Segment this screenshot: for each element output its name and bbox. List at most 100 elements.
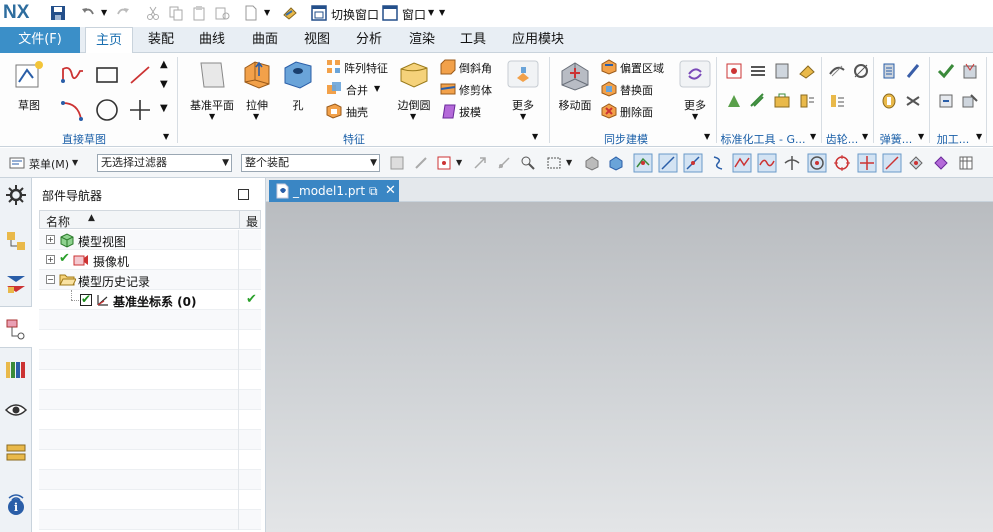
datum-plane-dropdown-icon[interactable]: ▼ <box>209 112 215 121</box>
tree-row-datum-csys[interactable]: ✔ 基准坐标系 (0) ✔ <box>39 290 261 310</box>
assembly-navigator-icon[interactable] <box>4 229 28 253</box>
selection-filter-icon-5[interactable] <box>496 155 512 171</box>
snap-point-icon-10[interactable] <box>857 153 877 173</box>
direct-sketch-group-menu-icon[interactable]: ▼ <box>163 132 169 141</box>
undo-icon[interactable] <box>80 5 96 21</box>
reuse-library-icon[interactable] <box>4 358 28 382</box>
snap-point-icon-5[interactable] <box>732 153 752 173</box>
tab-assembly[interactable]: 装配 <box>140 27 182 53</box>
quick-access-customize-icon[interactable]: ▼ <box>439 8 445 17</box>
extrude-icon[interactable] <box>241 58 273 90</box>
replace-face-icon[interactable] <box>601 81 617 97</box>
tree-row-model-views[interactable]: + 模型视图 <box>39 230 261 250</box>
more-sync-dropdown-icon[interactable]: ▼ <box>692 112 698 121</box>
gear-tool-icon-3[interactable] <box>828 92 846 110</box>
tab-home[interactable]: 主页 <box>85 27 133 54</box>
pattern-feature-icon[interactable] <box>326 59 342 75</box>
new-file-icon[interactable] <box>243 5 259 21</box>
document-tab[interactable]: _model1.prt ⧉ ✕ <box>269 180 399 202</box>
replace-face-label[interactable]: 替换面 <box>620 82 653 98</box>
selection-filter-dropdown-icon[interactable]: ▼ <box>456 158 462 167</box>
chamfer-icon[interactable] <box>440 59 456 75</box>
new-dropdown-icon[interactable]: ▼ <box>264 8 270 17</box>
spring-tool-icon-3[interactable] <box>880 92 898 110</box>
selection-filter-icon-2[interactable] <box>413 155 429 171</box>
tree-row-cameras[interactable]: + ✔ 摄像机 <box>39 250 261 270</box>
tab-application[interactable]: 应用模块 <box>506 27 570 53</box>
machining-tool-icon-4[interactable] <box>961 92 979 110</box>
snap-point-icon-13[interactable] <box>933 155 949 171</box>
expand-icon[interactable]: + <box>46 235 55 244</box>
std-tool-icon-3[interactable] <box>773 62 791 80</box>
extrude-dropdown-icon[interactable]: ▼ <box>253 112 259 121</box>
tab-view[interactable]: 视图 <box>296 27 338 53</box>
menu-icon[interactable] <box>9 156 25 170</box>
settings-gear-icon[interactable] <box>4 183 28 207</box>
snap-point-icon-7[interactable] <box>782 153 802 173</box>
more-sync-label[interactable]: 更多 <box>679 97 711 113</box>
pattern-feature-label[interactable]: 阵列特征 <box>344 60 388 76</box>
graphics-window[interactable] <box>266 202 993 532</box>
tab-render[interactable]: 渲染 <box>401 27 443 53</box>
trim-body-icon[interactable] <box>440 81 456 97</box>
std-tool-icon-7[interactable] <box>798 62 816 80</box>
more-features-dropdown-icon[interactable]: ▼ <box>520 112 526 121</box>
sketch-gallery-down-icon[interactable]: ▼ <box>160 79 168 90</box>
line-icon[interactable] <box>127 63 153 87</box>
redo-icon[interactable] <box>115 5 131 21</box>
feature-group-menu-icon[interactable]: ▼ <box>532 132 538 141</box>
std-tool-icon-2[interactable] <box>749 62 767 80</box>
move-face-label[interactable]: 移动面 <box>555 97 595 113</box>
pin-icon[interactable]: ⧉ <box>369 180 378 202</box>
part-navigator-tab[interactable] <box>0 306 32 348</box>
column-header-latest[interactable]: 最 <box>246 213 258 230</box>
shell-label[interactable]: 抽壳 <box>346 104 368 120</box>
more-sync-icon[interactable] <box>679 60 711 88</box>
type-filter-select[interactable]: 无选择过滤器 ▼ <box>97 154 232 172</box>
datum-plane-icon[interactable] <box>196 60 228 90</box>
maximize-icon[interactable] <box>238 189 249 200</box>
machining-tool-icon-1[interactable] <box>937 62 955 80</box>
gear-group-menu-icon[interactable]: ▼ <box>862 132 868 141</box>
cut-icon[interactable] <box>145 5 161 21</box>
snap-point-icon-14[interactable] <box>958 155 974 171</box>
move-face-icon[interactable] <box>558 59 592 91</box>
spring-tool-icon-2[interactable] <box>904 62 922 80</box>
selection-filter-icon-3[interactable] <box>436 155 452 171</box>
snap-point-icon-2[interactable] <box>658 153 678 173</box>
window-icon[interactable] <box>382 5 398 21</box>
snap-point-icon-6[interactable] <box>757 153 777 173</box>
constraint-navigator-icon[interactable] <box>4 272 28 296</box>
tab-surface[interactable]: 曲面 <box>244 27 286 53</box>
extrude-label[interactable]: 拉伸 <box>240 97 274 113</box>
rectangle-select-icon[interactable] <box>546 155 562 171</box>
more-features-label[interactable]: 更多 <box>507 97 539 113</box>
hole-icon[interactable] <box>282 59 314 89</box>
profile-icon[interactable] <box>60 63 86 87</box>
snap-point-icon-1[interactable] <box>633 153 653 173</box>
switch-window-icon[interactable] <box>311 5 327 21</box>
arc-icon[interactable] <box>60 97 86 123</box>
spring-tool-icon-1[interactable] <box>880 62 898 80</box>
snap-point-icon-12[interactable] <box>908 155 924 171</box>
snap-point-icon-3[interactable] <box>683 153 703 173</box>
trim-body-label[interactable]: 修剪体 <box>459 82 492 98</box>
window-dropdown-icon[interactable]: ▼ <box>428 8 434 17</box>
more-features-icon[interactable] <box>507 60 539 88</box>
std-tool-icon-5[interactable] <box>749 92 767 110</box>
sketch-gallery-more-icon[interactable]: ▼ <box>160 103 168 114</box>
tab-tools[interactable]: 工具 <box>451 27 495 53</box>
view-manager-eye-icon[interactable] <box>4 398 28 422</box>
machining-tool-icon-3[interactable] <box>937 92 955 110</box>
snap-point-icon-11[interactable] <box>882 153 902 173</box>
selection-filter-icon-6[interactable] <box>520 155 536 171</box>
machining-tool-icon-2[interactable] <box>961 62 979 80</box>
sketch-icon[interactable] <box>13 58 45 90</box>
std-tool-icon-1[interactable] <box>725 62 743 80</box>
sort-ascending-icon[interactable]: ▲ <box>88 213 95 223</box>
touch-mode-icon[interactable] <box>282 5 298 21</box>
visibility-checkbox[interactable]: ✔ <box>80 292 92 306</box>
offset-region-label[interactable]: 偏置区域 <box>620 60 664 76</box>
paste-icon[interactable] <box>191 5 207 21</box>
undo-dropdown-icon[interactable]: ▼ <box>101 8 107 17</box>
